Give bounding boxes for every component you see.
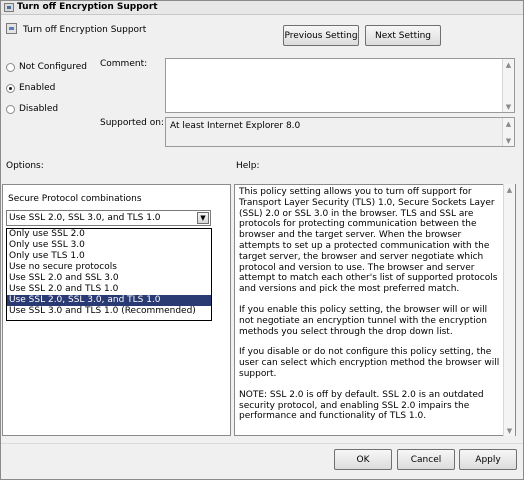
- radio-enabled-circle[interactable]: [6, 83, 15, 93]
- radio-disabled-circle[interactable]: [6, 104, 15, 114]
- scroll-up-icon[interactable]: ▲: [503, 59, 514, 70]
- previous-setting-button[interactable]: Previous Setting: [283, 25, 359, 46]
- comment-scrollbar[interactable]: ▲ ▼: [502, 59, 514, 112]
- list-item[interactable]: Use SSL 2.0 and SSL 3.0: [7, 273, 211, 284]
- comment-label: Comment:: [100, 59, 148, 69]
- supported-on-field: At least Internet Explorer 8.0 ▲ ▼: [165, 117, 515, 147]
- policy-dialog: Turn off Encryption Support Turn off Enc…: [0, 0, 524, 480]
- scroll-down-icon[interactable]: ▼: [503, 101, 514, 112]
- radio-not-configured-label: Not Configured: [19, 62, 87, 72]
- radio-disabled-label: Disabled: [19, 104, 59, 114]
- list-item-selected[interactable]: Use SSL 2.0, SSL 3.0, and TLS 1.0: [7, 295, 211, 306]
- list-item[interactable]: Only use SSL 3.0: [7, 240, 211, 251]
- scroll-down-icon[interactable]: ▼: [504, 425, 515, 436]
- list-item[interactable]: Only use SSL 2.0: [7, 229, 211, 240]
- radio-not-configured-circle[interactable]: [6, 62, 15, 72]
- help-label: Help:: [236, 161, 260, 171]
- radio-enabled-label: Enabled: [19, 83, 56, 93]
- scroll-up-icon[interactable]: ▲: [503, 118, 514, 129]
- help-paragraph: NOTE: SSL 2.0 is off by default. SSL 2.0…: [239, 389, 484, 422]
- scroll-down-icon[interactable]: ▼: [503, 135, 514, 146]
- setting-icon: [6, 23, 17, 34]
- help-paragraph: This policy setting allows you to turn o…: [239, 187, 498, 295]
- cancel-button[interactable]: Cancel: [397, 449, 455, 470]
- protocol-combinations-label: Secure Protocol combinations: [8, 194, 142, 204]
- supported-scrollbar[interactable]: ▲ ▼: [502, 118, 514, 146]
- scroll-up-icon[interactable]: ▲: [504, 184, 515, 195]
- help-paragraph: If you enable this policy setting, the b…: [239, 304, 488, 337]
- list-item[interactable]: Use SSL 2.0 and TLS 1.0: [7, 284, 211, 295]
- list-item[interactable]: Use no secure protocols: [7, 262, 211, 273]
- list-item[interactable]: Use SSL 3.0 and TLS 1.0 (Recommended): [7, 306, 211, 317]
- help-paragraph: If you disable or do not configure this …: [239, 347, 500, 379]
- footer-divider: [1, 443, 523, 444]
- radio-disabled[interactable]: Disabled: [6, 104, 58, 114]
- protocol-combo-value: Use SSL 2.0, SSL 3.0, and TLS 1.0: [9, 213, 161, 223]
- policy-icon: [4, 3, 14, 12]
- radio-not-configured[interactable]: Not Configured: [6, 62, 87, 72]
- help-text: This policy setting allows you to turn o…: [239, 187, 503, 432]
- comment-field[interactable]: ▲ ▼: [165, 58, 515, 113]
- title-bar: Turn off Encryption Support: [1, 1, 523, 15]
- ok-button[interactable]: OK: [334, 449, 392, 470]
- supported-on-label: Supported on:: [100, 118, 164, 128]
- help-scrollbar[interactable]: ▲ ▼: [503, 184, 515, 436]
- supported-on-value: At least Internet Explorer 8.0: [170, 121, 301, 131]
- setting-title: Turn off Encryption Support: [23, 25, 147, 35]
- options-label: Options:: [6, 161, 44, 171]
- chevron-down-icon[interactable]: ▼: [197, 212, 209, 224]
- radio-enabled[interactable]: Enabled: [6, 83, 55, 93]
- list-item[interactable]: Only use TLS 1.0: [7, 251, 211, 262]
- protocol-combo[interactable]: Use SSL 2.0, SSL 3.0, and TLS 1.0 ▼: [6, 210, 211, 226]
- window-title: Turn off Encryption Support: [17, 2, 158, 12]
- apply-button[interactable]: Apply: [459, 449, 517, 470]
- protocol-dropdown-list[interactable]: Only use SSL 2.0 Only use SSL 3.0 Only u…: [6, 228, 212, 321]
- next-setting-button[interactable]: Next Setting: [365, 25, 441, 46]
